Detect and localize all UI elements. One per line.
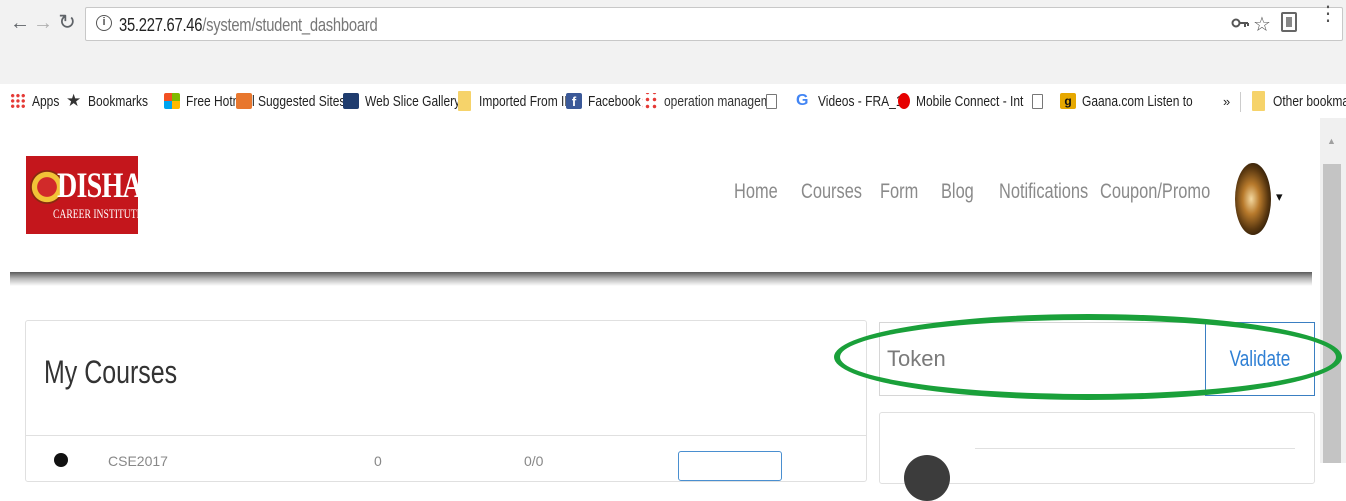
- bookmark-label: Bookmarks: [88, 92, 149, 110]
- course-person-icon: [54, 453, 68, 467]
- card-divider: [26, 435, 866, 436]
- google-g-icon: G: [796, 92, 809, 109]
- profile-card: [879, 412, 1315, 501]
- chevron-down-icon[interactable]: ▾: [1276, 189, 1283, 205]
- star-icon[interactable]: ☆: [1253, 12, 1271, 37]
- facebook-icon: f: [566, 93, 582, 109]
- reload-icon[interactable]: ↻: [55, 9, 79, 37]
- address-url[interactable]: 35.227.67.46/system/student_dashboard: [119, 15, 378, 36]
- star-icon: ★: [66, 91, 82, 110]
- spinner-icon: [642, 93, 658, 109]
- profile-divider: [975, 448, 1295, 449]
- nav-courses[interactable]: Courses: [801, 180, 862, 204]
- header-shadow: [10, 272, 1312, 286]
- scrollbar-thumb[interactable]: [1323, 164, 1341, 463]
- token-input[interactable]: [879, 322, 1205, 396]
- vodafone-icon: [898, 93, 910, 109]
- nav-form[interactable]: Form: [880, 180, 918, 204]
- bookmark-label: Gaana.com Listen to: [1082, 92, 1193, 110]
- bookmark-apps[interactable]: Apps: [10, 90, 66, 112]
- logo-title: DISHA: [57, 165, 143, 205]
- bookmark-label: Other bookmarks: [1273, 92, 1346, 110]
- nav-notifications[interactable]: Notifications: [999, 180, 1088, 204]
- info-icon[interactable]: i: [96, 15, 112, 31]
- url-host: 35.227.67.46: [119, 15, 203, 35]
- bookmark-page-2[interactable]: [1032, 90, 1049, 112]
- web-slice-icon: [343, 93, 359, 109]
- bookmark-label: Videos - FRA_12: [818, 92, 910, 110]
- validate-label: Validate: [1229, 346, 1291, 371]
- bookmarks-separator: [1240, 92, 1241, 112]
- course-action-button[interactable]: [678, 451, 782, 481]
- bookmark-label: Web Slice Gallery: [365, 92, 461, 110]
- scroll-up-arrow-icon[interactable]: ▲: [1327, 136, 1336, 146]
- token-form: Validate: [879, 322, 1315, 396]
- extension-icon[interactable]: [1281, 12, 1297, 32]
- page-icon: [1032, 93, 1043, 109]
- bookmark-label: Imported From IE: [479, 92, 573, 110]
- validate-button[interactable]: Validate: [1205, 322, 1315, 396]
- nav-home[interactable]: Home: [734, 180, 778, 204]
- windows-logo-icon: [164, 93, 180, 109]
- course-count: 0: [374, 453, 382, 469]
- overflow-chevron-icon: »: [1223, 93, 1231, 109]
- forward-icon[interactable]: →: [31, 9, 55, 37]
- gaana-icon: g: [1060, 93, 1076, 109]
- profile-picture[interactable]: [904, 455, 950, 501]
- menu-icon[interactable]: ⋮: [1318, 4, 1338, 24]
- nav-coupon-promo[interactable]: Coupon/Promo: [1100, 180, 1210, 204]
- bookmark-mobile-connect[interactable]: Mobile Connect - Int: [898, 90, 1050, 112]
- suggested-sites-icon: [236, 93, 252, 109]
- url-path: /system/student_dashboard: [202, 15, 378, 35]
- my-courses-card: My Courses CSE2017 0 0/0: [25, 320, 867, 482]
- my-courses-title: My Courses: [44, 354, 178, 390]
- course-code: CSE2017: [108, 453, 168, 469]
- bookmark-facebook[interactable]: f Facebook: [566, 90, 654, 112]
- bookmarks-bar: Apps ★ Bookmarks Free Hotmail Suggested …: [0, 86, 1346, 116]
- bookmark-page[interactable]: [766, 90, 783, 112]
- folder-icon: [458, 91, 471, 111]
- nav-blog[interactable]: Blog: [941, 180, 974, 204]
- bookmark-label: Suggested Sites: [258, 92, 346, 110]
- course-progress: 0/0: [524, 453, 544, 469]
- back-icon[interactable]: ←: [8, 9, 32, 37]
- bookmarks-overflow[interactable]: »: [1223, 90, 1230, 112]
- user-avatar[interactable]: [1235, 163, 1271, 235]
- bookmark-label: Apps: [32, 92, 60, 110]
- bookmark-bookmarks[interactable]: ★ Bookmarks: [66, 90, 163, 112]
- folder-icon: [1252, 91, 1265, 111]
- bookmark-label: Mobile Connect - Int: [916, 92, 1024, 110]
- page-icon: [766, 93, 777, 109]
- bookmark-label: Facebook: [588, 92, 641, 110]
- site-logo[interactable]: DISHA CAREER INSTITUTE: [26, 156, 143, 234]
- key-icon[interactable]: [1231, 14, 1249, 35]
- bookmark-label: operation manageme: [664, 92, 778, 110]
- bookmark-gaana[interactable]: g Gaana.com Listen to: [1060, 90, 1220, 112]
- apps-grid-icon: [10, 93, 26, 109]
- browser-toolbar: ← → ↻ i 35.227.67.46/system/student_dash…: [0, 0, 1346, 84]
- logo-subtitle: CAREER INSTITUTE: [53, 206, 143, 221]
- bookmark-other-bookmarks[interactable]: Other bookmarks: [1252, 90, 1346, 112]
- address-bar[interactable]: i 35.227.67.46/system/student_dashboard …: [85, 7, 1343, 41]
